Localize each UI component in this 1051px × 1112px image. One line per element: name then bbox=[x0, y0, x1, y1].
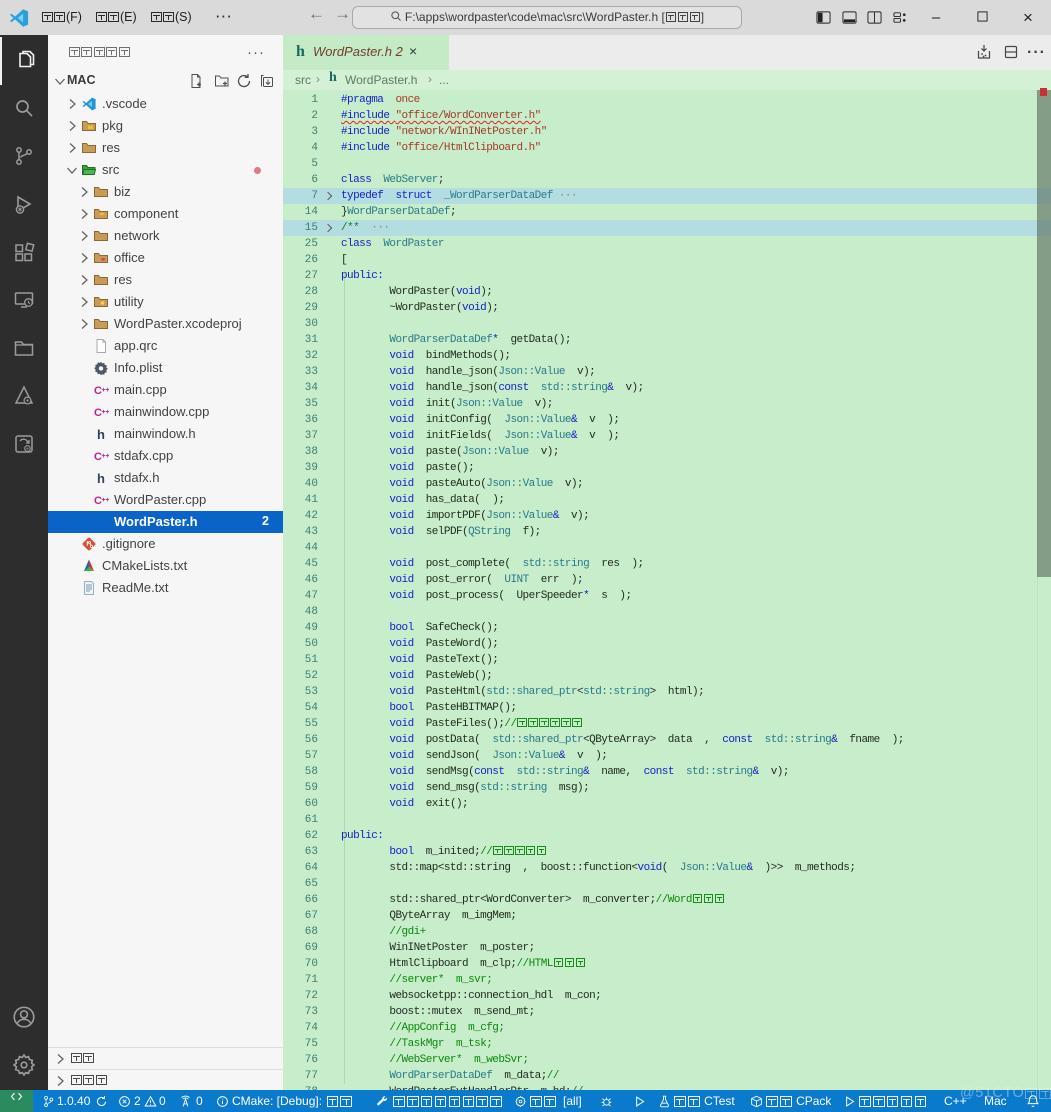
svg-text:++: ++ bbox=[102, 497, 110, 504]
svg-text:++: ++ bbox=[102, 453, 110, 460]
svg-text:h: h bbox=[97, 427, 105, 442]
svg-text:++: ++ bbox=[102, 387, 110, 394]
svg-text:++: ++ bbox=[102, 409, 110, 416]
svg-text:h: h bbox=[97, 471, 105, 486]
